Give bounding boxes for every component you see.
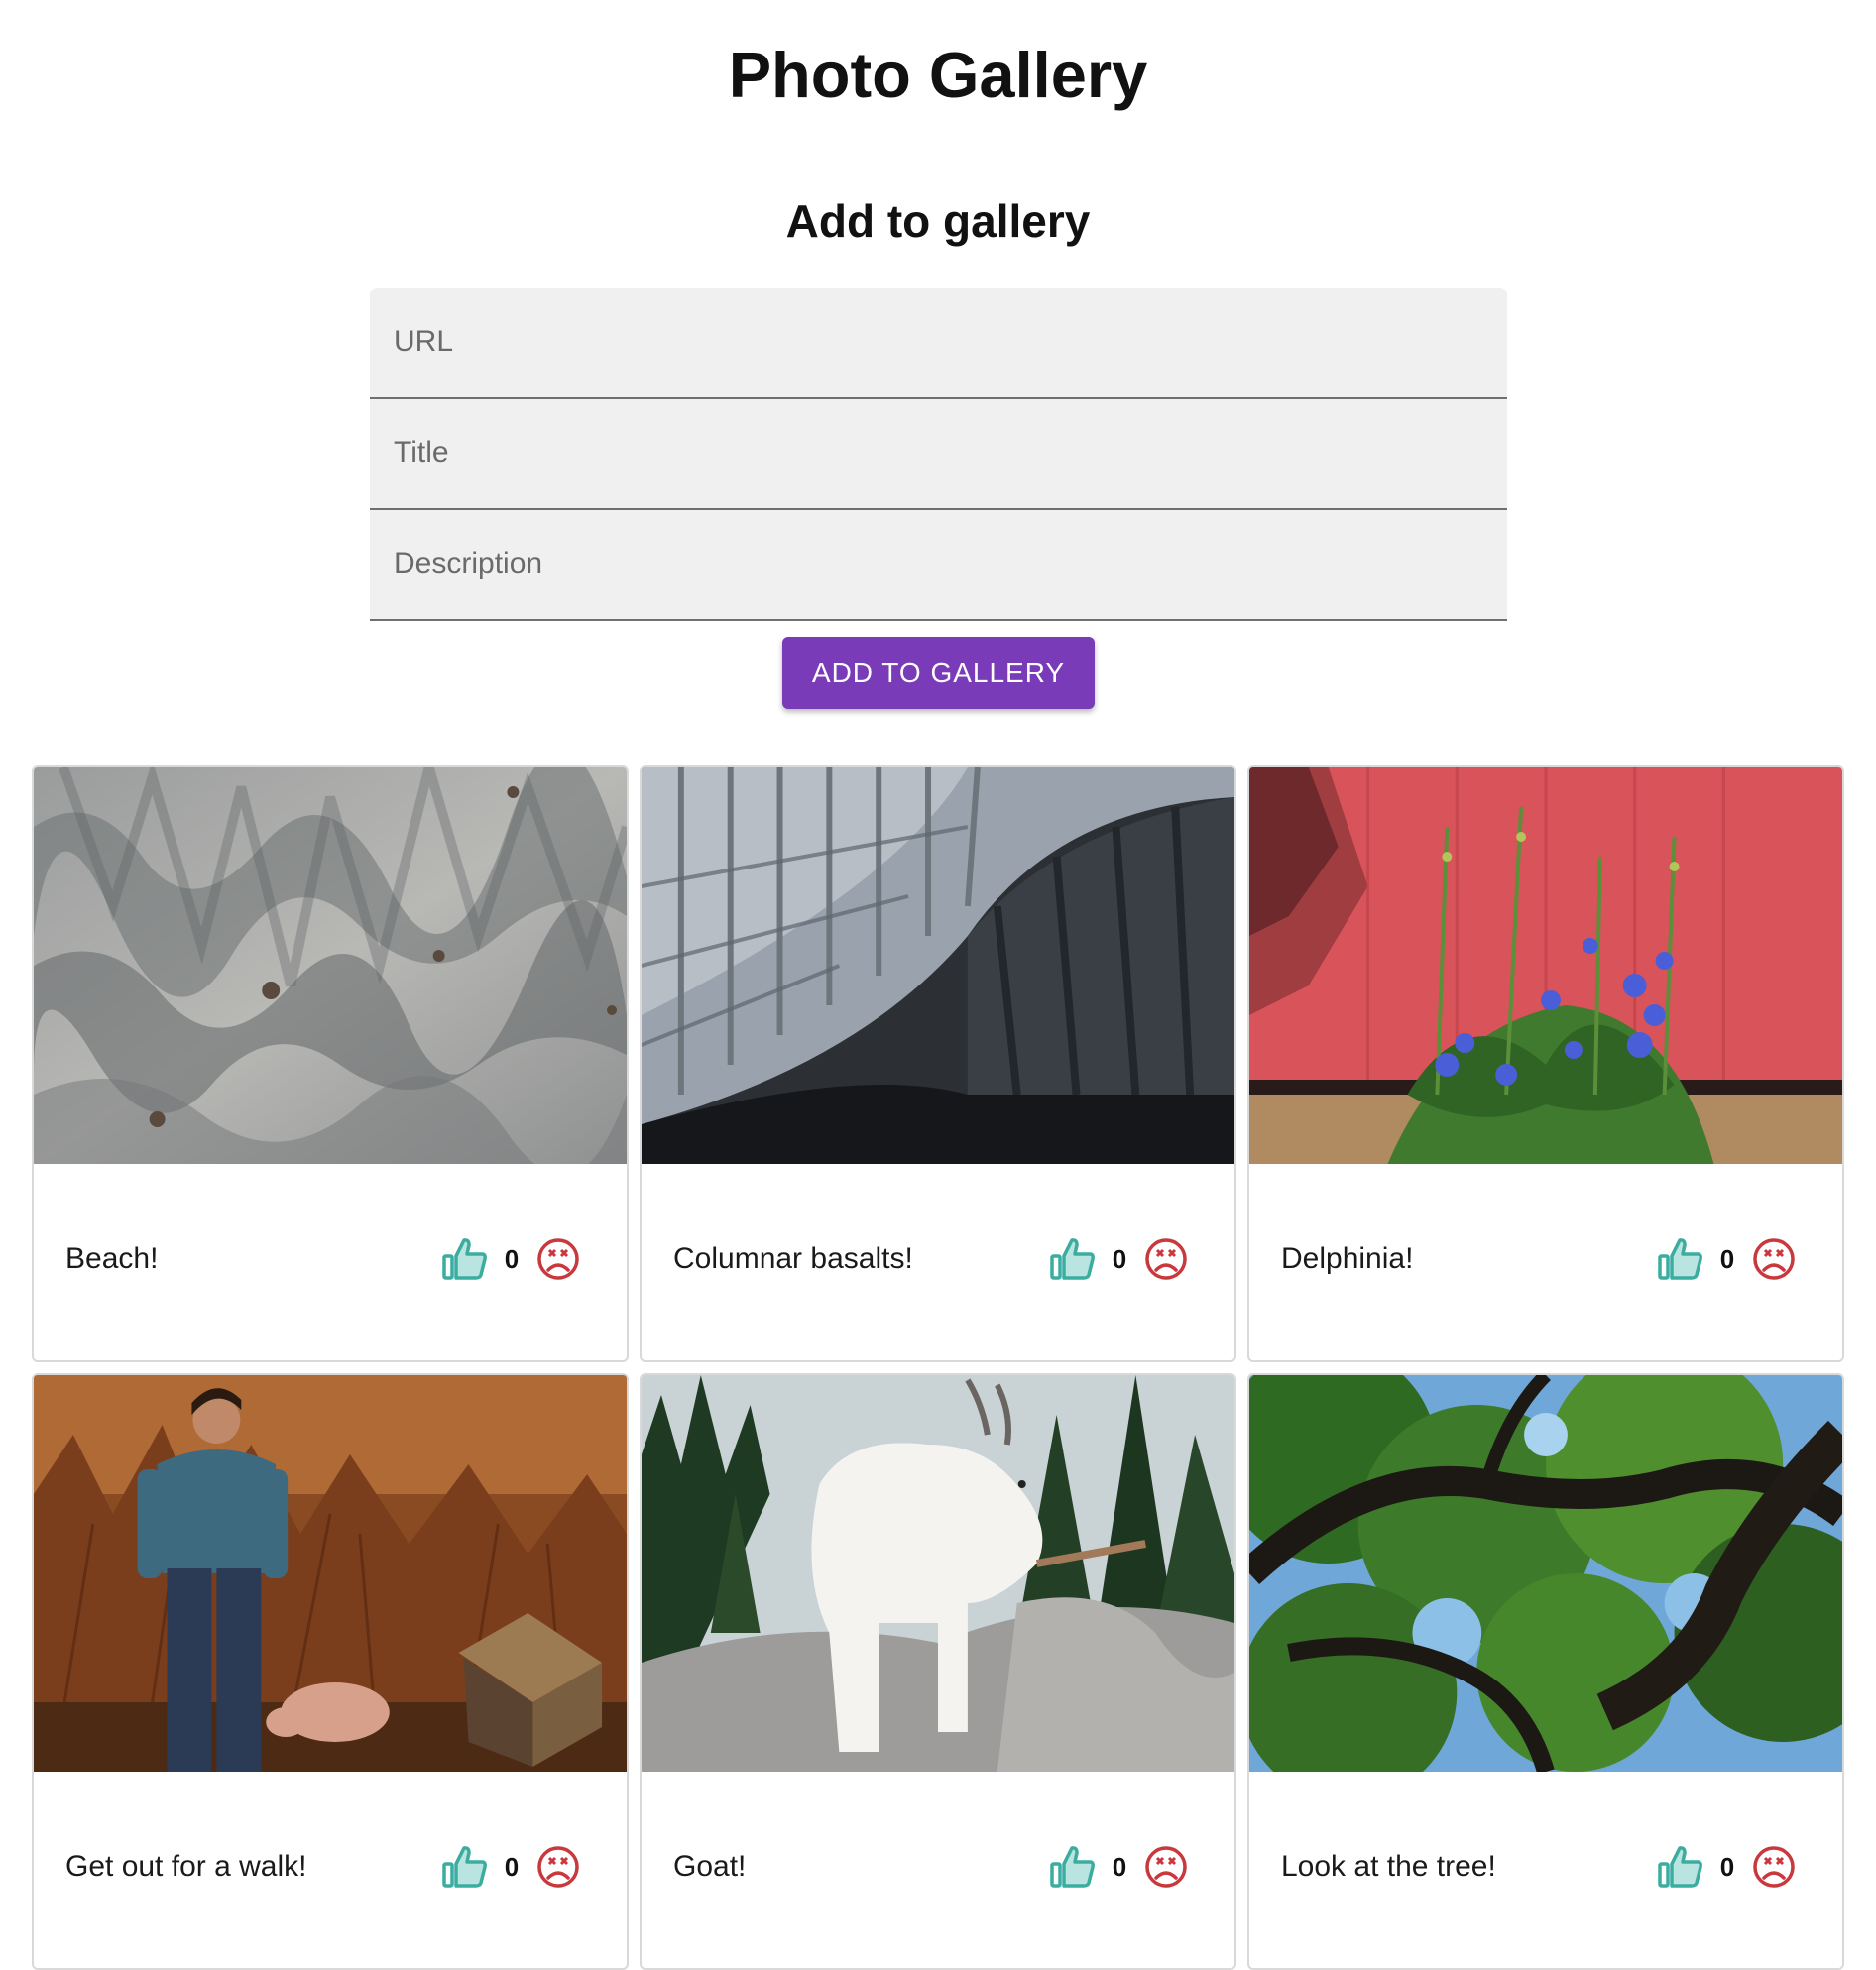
card-title: Look at the tree! <box>1281 1850 1496 1883</box>
gallery-card[interactable]: Get out for a walk! 0 <box>32 1373 629 1970</box>
title-field[interactable] <box>370 399 1507 510</box>
card-title: Goat! <box>673 1850 747 1883</box>
gallery-grid: Beach! 0 Columnar basalts! 0 Delphinia! … <box>32 765 1846 1970</box>
thumbs-up-icon[interactable] <box>1049 1235 1097 1283</box>
card-body: Columnar basalts! 0 <box>642 1164 1234 1360</box>
vote-controls: 0 <box>1049 1235 1190 1283</box>
card-title: Get out for a walk! <box>65 1850 307 1883</box>
card-title: Columnar basalts! <box>673 1242 913 1275</box>
thumbs-up-icon[interactable] <box>1049 1843 1097 1891</box>
gallery-card[interactable]: Delphinia! 0 <box>1247 765 1844 1362</box>
thumbs-up-icon[interactable] <box>441 1235 489 1283</box>
vote-controls: 0 <box>441 1235 582 1283</box>
card-body: Beach! 0 <box>34 1164 627 1360</box>
mountain-goat-photo[interactable] <box>642 1375 1234 1772</box>
like-count: 0 <box>1719 1851 1735 1882</box>
gallery-card[interactable]: Columnar basalts! 0 <box>640 765 1236 1362</box>
vote-controls: 0 <box>441 1843 582 1891</box>
basalt-cave-photo[interactable] <box>642 767 1234 1164</box>
man-with-pig-photo[interactable] <box>34 1375 627 1772</box>
like-count: 0 <box>504 1243 520 1274</box>
url-input[interactable] <box>370 288 1507 397</box>
delphinium-flowers-photo[interactable] <box>1249 767 1842 1164</box>
add-photo-form <box>370 288 1507 621</box>
like-count: 0 <box>1719 1243 1735 1274</box>
page-title: Photo Gallery <box>728 39 1148 111</box>
like-count: 0 <box>504 1851 520 1882</box>
beach-sand-photo[interactable] <box>34 767 627 1164</box>
thumbs-up-icon[interactable] <box>1657 1843 1704 1891</box>
gallery-card[interactable]: Beach! 0 <box>32 765 629 1362</box>
gallery-card[interactable]: Goat! 0 <box>640 1373 1236 1970</box>
sad-face-icon[interactable] <box>1142 1235 1190 1283</box>
card-title: Beach! <box>65 1242 159 1275</box>
gallery-card[interactable]: Look at the tree! 0 <box>1247 1373 1844 1970</box>
like-count: 0 <box>1112 1851 1127 1882</box>
sad-face-icon[interactable] <box>534 1235 582 1283</box>
description-field[interactable] <box>370 510 1507 621</box>
card-title: Delphinia! <box>1281 1242 1414 1275</box>
add-to-gallery-button[interactable]: ADD TO GALLERY <box>782 637 1095 709</box>
like-count: 0 <box>1112 1243 1127 1274</box>
card-body: Get out for a walk! 0 <box>34 1772 627 1968</box>
card-body: Delphinia! 0 <box>1249 1164 1842 1360</box>
sad-face-icon[interactable] <box>1750 1235 1798 1283</box>
description-input[interactable] <box>370 510 1507 619</box>
vote-controls: 0 <box>1657 1235 1798 1283</box>
thumbs-up-icon[interactable] <box>441 1843 489 1891</box>
url-field[interactable] <box>370 288 1507 399</box>
vote-controls: 0 <box>1657 1843 1798 1891</box>
card-body: Look at the tree! 0 <box>1249 1772 1842 1968</box>
sad-face-icon[interactable] <box>1750 1843 1798 1891</box>
thumbs-up-icon[interactable] <box>1657 1235 1704 1283</box>
title-input[interactable] <box>370 399 1507 508</box>
vote-controls: 0 <box>1049 1843 1190 1891</box>
sad-face-icon[interactable] <box>534 1843 582 1891</box>
card-body: Goat! 0 <box>642 1772 1234 1968</box>
sad-face-icon[interactable] <box>1142 1843 1190 1891</box>
tree-canopy-photo[interactable] <box>1249 1375 1842 1772</box>
form-title: Add to gallery <box>785 195 1091 247</box>
